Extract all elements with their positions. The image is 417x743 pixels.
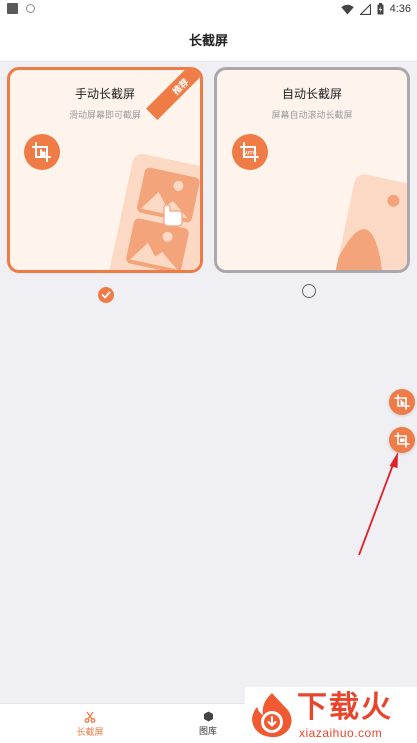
manual-mode-radio[interactable] (98, 287, 114, 303)
auto-icon-label: AUTO (243, 151, 257, 157)
flame-logo-icon (252, 693, 292, 738)
auto-crop-icon (394, 432, 410, 448)
auto-mode-radio[interactable] (302, 284, 316, 298)
battery-icon (377, 3, 384, 15)
manual-illustration (109, 153, 200, 270)
nav-label: 图库 (198, 727, 217, 737)
floating-manual-screenshot-button[interactable] (389, 389, 415, 415)
card-subtitle: 屏幕自动滚动长截屏 (271, 111, 353, 121)
manual-crop-icon (394, 394, 410, 410)
check-icon (101, 291, 111, 299)
auto-long-screenshot-card[interactable]: 自动长截屏 屏幕自动滚动长截屏 AUTO (214, 67, 410, 273)
top-bar: 长截屏 (0, 18, 417, 62)
sync-icon (26, 4, 35, 13)
status-time: 4:36 (389, 3, 411, 15)
recommend-ribbon: 推荐 (140, 70, 200, 130)
floating-auto-screenshot-button[interactable] (389, 427, 415, 453)
manual-long-screenshot-card[interactable]: 手动长截屏 滑动屏幕即可截屏 推荐 (7, 67, 203, 273)
manual-crop-icon (24, 134, 60, 170)
page-title: 长截屏 (188, 34, 228, 49)
watermark-url: xiazaihuo.com (299, 726, 383, 740)
nav-gallery[interactable]: 图库 (178, 704, 238, 743)
notification-icon (7, 3, 18, 14)
status-bar: 4:36 (0, 0, 417, 18)
scissors-icon (84, 711, 96, 723)
nav-long-screenshot[interactable]: 长截屏 (60, 704, 120, 743)
signal-icon (359, 3, 371, 15)
nav-label: 长截屏 (76, 727, 104, 738)
recommend-badge: 推荐 (171, 77, 191, 97)
auto-illustration (333, 174, 407, 270)
auto-crop-icon: AUTO (232, 134, 268, 170)
status-icons: 4:36 (340, 2, 411, 16)
card-title: 自动长截屏 (281, 87, 342, 101)
wifi-icon (340, 4, 354, 14)
hexagon-icon (203, 711, 213, 722)
watermark-text: 下载火 (297, 690, 393, 725)
watermark: 下载火 xiazaihuo.com (245, 687, 417, 743)
